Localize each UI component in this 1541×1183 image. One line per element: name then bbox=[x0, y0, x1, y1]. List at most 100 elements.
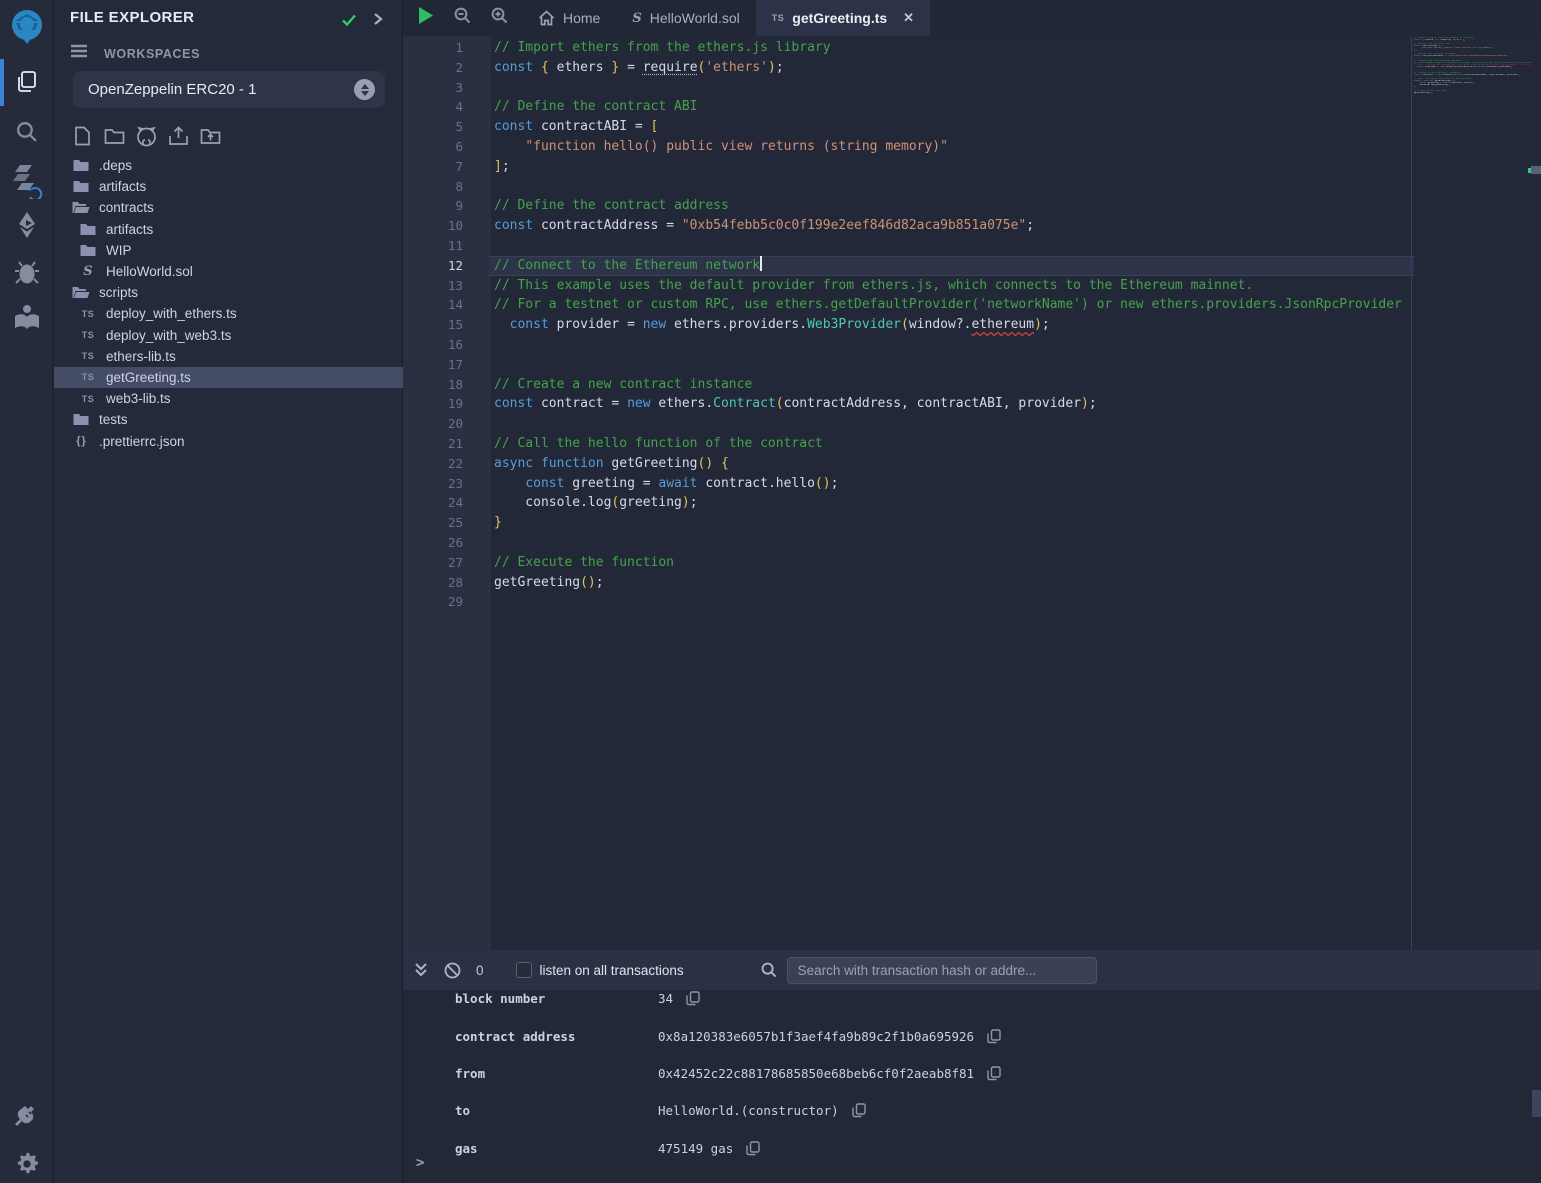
line-number[interactable]: 2 bbox=[403, 58, 463, 78]
tree-item-tests[interactable]: tests bbox=[54, 409, 403, 430]
code-line-12[interactable]: // Connect to the Ethereum network bbox=[491, 256, 1414, 276]
close-tab-icon[interactable]: ✕ bbox=[903, 10, 914, 26]
tab-getgreeting-ts[interactable]: TSgetGreeting.ts✕ bbox=[756, 0, 930, 36]
tab-helloworld-sol[interactable]: SHelloWorld.sol bbox=[616, 0, 755, 36]
tree-item-contracts[interactable]: contracts bbox=[54, 197, 403, 218]
search-icon[interactable] bbox=[0, 112, 53, 150]
terminal-scrollbar-thumb[interactable] bbox=[1532, 1090, 1541, 1117]
code-line-6[interactable]: "function hello() public view returns (s… bbox=[491, 137, 1414, 157]
code-line-18[interactable]: // Create a new contract instance bbox=[491, 375, 1414, 395]
line-number[interactable]: 27 bbox=[403, 553, 463, 573]
remix-logo[interactable] bbox=[0, 4, 53, 48]
line-number[interactable]: 16 bbox=[403, 335, 463, 355]
code-line-23[interactable]: const greeting = await contract.hello(); bbox=[491, 474, 1414, 494]
line-number[interactable]: 20 bbox=[403, 414, 463, 434]
line-number[interactable]: 17 bbox=[403, 355, 463, 375]
tree-item-deploy-with-web3-ts[interactable]: TSdeploy_with_web3.ts bbox=[54, 325, 403, 346]
line-number[interactable]: 12 bbox=[403, 256, 463, 276]
github-clone-icon[interactable] bbox=[135, 124, 157, 148]
line-number[interactable]: 22 bbox=[403, 454, 463, 474]
line-number[interactable]: 19 bbox=[403, 394, 463, 414]
copy-icon[interactable] bbox=[987, 1066, 1001, 1081]
line-number[interactable]: 24 bbox=[403, 493, 463, 513]
solidity-compiler-icon[interactable] bbox=[0, 158, 53, 200]
line-number[interactable]: 21 bbox=[403, 434, 463, 454]
code-line-11[interactable] bbox=[491, 236, 1414, 256]
code-line-28[interactable]: getGreeting(); bbox=[491, 573, 1414, 593]
code-line-9[interactable]: // Define the contract address bbox=[491, 196, 1414, 216]
workspaces-menu-icon[interactable] bbox=[70, 44, 88, 63]
code-line-26[interactable] bbox=[491, 533, 1414, 553]
code-line-20[interactable] bbox=[491, 414, 1414, 434]
copy-icon[interactable] bbox=[746, 1141, 760, 1156]
line-numbers[interactable]: 1234567891011121314151617181920212223242… bbox=[403, 38, 463, 612]
line-number[interactable]: 1 bbox=[403, 38, 463, 58]
line-number[interactable]: 11 bbox=[403, 236, 463, 256]
tree-item-web3-lib-ts[interactable]: TSweb3-lib.ts bbox=[54, 388, 403, 409]
code-editor[interactable]: 1234567891011121314151617181920212223242… bbox=[403, 36, 1541, 950]
file-explorer-icon[interactable] bbox=[0, 63, 53, 101]
code-line-27[interactable]: // Execute the function bbox=[491, 553, 1414, 573]
copy-icon[interactable] bbox=[852, 1103, 866, 1118]
code-line-22[interactable]: async function getGreeting() { bbox=[491, 454, 1414, 474]
code-line-10[interactable]: const contractAddress = "0xb54febb5c0c0f… bbox=[491, 216, 1414, 236]
line-number[interactable]: 14 bbox=[403, 295, 463, 315]
code-line-21[interactable]: // Call the hello function of the contra… bbox=[491, 434, 1414, 454]
minimap[interactable]: // Import ethers from the ethers.js libr… bbox=[1414, 37, 1532, 157]
line-number[interactable]: 26 bbox=[403, 533, 463, 553]
code-line-24[interactable]: console.log(greeting); bbox=[491, 493, 1414, 513]
copy-icon[interactable] bbox=[686, 991, 700, 1006]
line-number[interactable]: 25 bbox=[403, 513, 463, 533]
code-line-8[interactable] bbox=[491, 177, 1414, 197]
code-line-2[interactable]: const { ethers } = require('ethers'); bbox=[491, 58, 1414, 78]
code-line-5[interactable]: const contractABI = [ bbox=[491, 117, 1414, 137]
line-number[interactable]: 18 bbox=[403, 375, 463, 395]
learneth-icon[interactable] bbox=[0, 300, 53, 336]
code-line-1[interactable]: // Import ethers from the ethers.js libr… bbox=[491, 38, 1414, 58]
code-line-29[interactable] bbox=[491, 592, 1414, 612]
code-line-13[interactable]: // This example uses the default provide… bbox=[491, 276, 1414, 296]
line-number[interactable]: 8 bbox=[403, 177, 463, 197]
line-number[interactable]: 10 bbox=[403, 216, 463, 236]
settings-icon[interactable] bbox=[0, 1146, 53, 1182]
run-script-icon[interactable] bbox=[417, 6, 434, 30]
tree-item-getgreeting-ts[interactable]: TSgetGreeting.ts bbox=[54, 367, 403, 388]
line-number[interactable]: 13 bbox=[403, 276, 463, 296]
tree-item-wip[interactable]: WIP bbox=[54, 240, 403, 261]
workspace-select[interactable]: OpenZeppelin ERC20 - 1 bbox=[73, 71, 385, 108]
listen-transactions-checkbox[interactable] bbox=[516, 962, 532, 978]
line-number[interactable]: 3 bbox=[403, 78, 463, 98]
code-line-14[interactable]: // For a testnet or custom RPC, use ethe… bbox=[491, 295, 1414, 315]
tree-item-artifacts[interactable]: artifacts bbox=[54, 176, 403, 197]
line-number[interactable]: 28 bbox=[403, 573, 463, 593]
line-number[interactable]: 7 bbox=[403, 157, 463, 177]
copy-icon[interactable] bbox=[987, 1029, 1001, 1044]
upload-file-icon[interactable] bbox=[167, 124, 189, 148]
code-line-16[interactable] bbox=[491, 335, 1414, 355]
tree-item-scripts[interactable]: scripts bbox=[54, 282, 403, 303]
plugin-manager-icon[interactable] bbox=[0, 1098, 53, 1134]
new-folder-icon[interactable] bbox=[103, 124, 125, 148]
code-line-17[interactable] bbox=[491, 355, 1414, 375]
code-line-25[interactable]: } bbox=[491, 513, 1414, 533]
tree-item-artifacts[interactable]: artifacts bbox=[54, 219, 403, 240]
code-lines[interactable]: // Import ethers from the ethers.js libr… bbox=[491, 38, 1414, 612]
code-line-19[interactable]: const contract = new ethers.Contract(con… bbox=[491, 394, 1414, 414]
clear-console-icon[interactable] bbox=[444, 962, 461, 979]
line-number[interactable]: 15 bbox=[403, 315, 463, 335]
code-line-3[interactable] bbox=[491, 78, 1414, 98]
line-number[interactable]: 29 bbox=[403, 592, 463, 612]
debugger-icon[interactable] bbox=[0, 254, 53, 290]
line-number[interactable]: 9 bbox=[403, 196, 463, 216]
panel-collapse-chevron-icon[interactable] bbox=[370, 10, 386, 33]
code-line-7[interactable]: ]; bbox=[491, 157, 1414, 177]
upload-folder-icon[interactable] bbox=[199, 124, 221, 148]
line-number[interactable]: 4 bbox=[403, 97, 463, 117]
zoom-out-icon[interactable] bbox=[454, 7, 471, 29]
editor-scrollbar-thumb[interactable] bbox=[1531, 166, 1541, 174]
new-file-icon[interactable] bbox=[71, 124, 93, 148]
tree-item-ethers-lib-ts[interactable]: TSethers-lib.ts bbox=[54, 346, 403, 367]
terminal-prompt[interactable]: > bbox=[416, 1155, 424, 1171]
line-number[interactable]: 5 bbox=[403, 117, 463, 137]
tab-home[interactable]: Home bbox=[522, 0, 616, 36]
